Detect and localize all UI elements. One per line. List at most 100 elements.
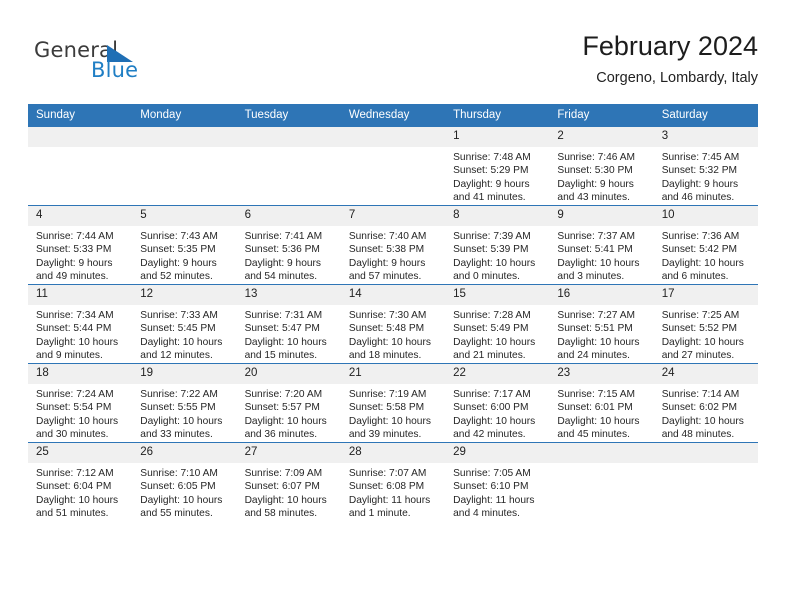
day-number: 19: [132, 364, 237, 385]
day-number: 24: [653, 364, 758, 385]
sunset-text: Sunset: 5:44 PM: [36, 323, 112, 335]
day-number: 6: [236, 206, 341, 227]
day-cell-inner: 23 Sunrise: 7:15 AM Sunset: 6:01 PM Dayligh…: [549, 364, 654, 442]
calendar-day-cell[interactable]: 5 Sunrise: 7:43 AM Sunset: 5:35 PM Daylight…: [132, 205, 237, 285]
day-number: [549, 443, 654, 463]
calendar-day-cell[interactable]: 14 Sunrise: 7:30 AM Sunset: 5:48 PM Dayligh…: [340, 284, 446, 364]
calendar-day-cell-empty: [653, 442, 758, 521]
general-blue-logo[interactable]: General Blue: [34, 38, 234, 90]
daylight-text-line2: and 51 minutes.: [36, 507, 109, 519]
calendar-day-cell[interactable]: 27 Sunrise: 7:09 AM Sunset: 6:07 PM Dayligh…: [236, 442, 341, 521]
calendar-day-cell[interactable]: 23 Sunrise: 7:15 AM Sunset: 6:01 PM Dayligh…: [549, 363, 654, 443]
day-number: 2: [549, 127, 654, 148]
calendar-day-cell[interactable]: 24 Sunrise: 7:14 AM Sunset: 6:02 PM Dayligh…: [653, 363, 758, 443]
calendar-day-cell[interactable]: 25 Sunrise: 7:12 AM Sunset: 6:04 PM Dayligh…: [28, 442, 133, 521]
day-cell-inner: 28 Sunrise: 7:07 AM Sunset: 6:08 PM Dayligh…: [340, 443, 446, 521]
day-details: Sunrise: 7:33 AM Sunset: 5:45 PM Daylight:…: [132, 305, 236, 362]
calendar-day-cell[interactable]: 9 Sunrise: 7:37 AM Sunset: 5:41 PM Daylight…: [549, 205, 654, 285]
day-number: 29: [445, 443, 550, 464]
day-cell-inner: 2 Sunrise: 7:46 AM Sunset: 5:30 PM Daylight…: [549, 127, 654, 205]
calendar-day-cell[interactable]: 6 Sunrise: 7:41 AM Sunset: 5:36 PM Daylight…: [236, 205, 341, 285]
sunrise-text: Sunrise: 7:39 AM: [453, 231, 531, 243]
calendar-day-cell-empty: [340, 127, 446, 206]
day-details: Sunrise: 7:14 AM Sunset: 6:02 PM Daylight:…: [654, 384, 758, 441]
sunset-text: Sunset: 5:35 PM: [140, 244, 216, 256]
sunrise-text: Sunrise: 7:17 AM: [453, 389, 531, 401]
calendar-day-cell[interactable]: 21 Sunrise: 7:19 AM Sunset: 5:58 PM Dayligh…: [340, 363, 446, 443]
day-number: 10: [653, 206, 758, 227]
calendar-day-cell[interactable]: 11 Sunrise: 7:34 AM Sunset: 5:44 PM Dayligh…: [28, 284, 133, 364]
day-details: Sunrise: 7:48 AM Sunset: 5:29 PM Daylight:…: [445, 147, 549, 204]
day-number: 27: [236, 443, 341, 464]
daylight-text-line1: Daylight: 9 hours: [36, 257, 113, 269]
title-block: February 2024 Corgeno, Lombardy, Italy: [582, 31, 758, 87]
day-number: 7: [340, 206, 446, 227]
page-title: February 2024: [582, 31, 758, 61]
day-details: Sunrise: 7:20 AM Sunset: 5:57 PM Daylight:…: [237, 384, 341, 441]
sunrise-text: Sunrise: 7:44 AM: [36, 231, 114, 243]
sunset-text: Sunset: 5:42 PM: [661, 244, 738, 256]
calendar-day-cell-empty: [236, 127, 341, 206]
calendar-day-cell[interactable]: 19 Sunrise: 7:22 AM Sunset: 5:55 PM Dayligh…: [132, 363, 237, 443]
calendar-day-cell[interactable]: 2 Sunrise: 7:46 AM Sunset: 5:30 PM Daylight…: [549, 127, 654, 206]
day-cell-inner: 6 Sunrise: 7:41 AM Sunset: 5:36 PM Daylight…: [236, 206, 341, 284]
sunrise-text: Sunrise: 7:09 AM: [244, 468, 323, 480]
day-details: Sunrise: 7:05 AM Sunset: 6:10 PM Daylight:…: [445, 463, 549, 520]
calendar-week-row: 18 Sunrise: 7:24 AM Sunset: 5:54 PM Dayligh…: [28, 363, 758, 443]
daylight-text-line1: Daylight: 10 hours: [661, 415, 744, 427]
daylight-text-line1: Daylight: 9 hours: [453, 178, 530, 190]
daylight-text-line1: Daylight: 10 hours: [661, 257, 744, 269]
daylight-text-line2: and 0 minutes.: [453, 270, 520, 282]
sunset-text: Sunset: 5:54 PM: [36, 402, 112, 414]
sunrise-text: Sunrise: 7:20 AM: [244, 389, 323, 401]
calendar-day-cell[interactable]: 1 Sunrise: 7:48 AM Sunset: 5:29 PM Daylight…: [445, 127, 550, 206]
calendar-day-cell[interactable]: 26 Sunrise: 7:10 AM Sunset: 6:05 PM Dayligh…: [132, 442, 237, 521]
calendar-day-cell[interactable]: 12 Sunrise: 7:33 AM Sunset: 5:45 PM Dayligh…: [132, 284, 237, 364]
day-cell-inner: [28, 127, 133, 205]
day-details: Sunrise: 7:44 AM Sunset: 5:33 PM Daylight:…: [28, 226, 132, 283]
calendar-day-cell[interactable]: 3 Sunrise: 7:45 AM Sunset: 5:32 PM Daylight…: [653, 127, 758, 206]
daylight-text-line1: Daylight: 10 hours: [557, 257, 640, 269]
day-number: 16: [549, 285, 654, 306]
sunset-text: Sunset: 5:32 PM: [661, 165, 738, 177]
day-cell-inner: 3 Sunrise: 7:45 AM Sunset: 5:32 PM Daylight…: [653, 127, 758, 205]
calendar-day-cell[interactable]: 4 Sunrise: 7:44 AM Sunset: 5:33 PM Daylight…: [28, 205, 133, 285]
day-details: Sunrise: 7:39 AM Sunset: 5:39 PM Daylight:…: [445, 226, 549, 283]
day-cell-inner: 19 Sunrise: 7:22 AM Sunset: 5:55 PM Dayligh…: [132, 364, 237, 442]
day-details: Sunrise: 7:31 AM Sunset: 5:47 PM Daylight:…: [237, 305, 341, 362]
sunrise-text: Sunrise: 7:05 AM: [453, 468, 531, 480]
daylight-text-line2: and 33 minutes.: [140, 428, 213, 440]
calendar-week-row: 1 Sunrise: 7:48 AM Sunset: 5:29 PM Daylight…: [28, 127, 758, 206]
daylight-text-line1: Daylight: 10 hours: [453, 415, 536, 427]
calendar-day-cell[interactable]: 28 Sunrise: 7:07 AM Sunset: 6:08 PM Dayligh…: [340, 442, 446, 521]
calendar-day-cell[interactable]: 16 Sunrise: 7:27 AM Sunset: 5:51 PM Dayligh…: [549, 284, 654, 364]
calendar-day-cell[interactable]: 17 Sunrise: 7:25 AM Sunset: 5:52 PM Dayligh…: [653, 284, 758, 364]
calendar-day-cell[interactable]: 22 Sunrise: 7:17 AM Sunset: 6:00 PM Dayligh…: [445, 363, 550, 443]
calendar-day-cell[interactable]: 15 Sunrise: 7:28 AM Sunset: 5:49 PM Dayligh…: [445, 284, 550, 364]
day-number: 23: [549, 364, 654, 385]
calendar-day-cell[interactable]: 18 Sunrise: 7:24 AM Sunset: 5:54 PM Dayligh…: [28, 363, 133, 443]
calendar-day-cell[interactable]: 8 Sunrise: 7:39 AM Sunset: 5:39 PM Daylight…: [445, 205, 550, 285]
sunrise-text: Sunrise: 7:40 AM: [348, 231, 427, 243]
sunrise-text: Sunrise: 7:46 AM: [557, 152, 635, 164]
day-number: 20: [236, 364, 341, 385]
day-cell-inner: [653, 443, 758, 521]
day-cell-inner: [549, 443, 654, 521]
calendar-day-cell[interactable]: 29 Sunrise: 7:05 AM Sunset: 6:10 PM Dayligh…: [445, 442, 550, 521]
sunrise-text: Sunrise: 7:31 AM: [244, 310, 323, 322]
day-cell-inner: 15 Sunrise: 7:28 AM Sunset: 5:49 PM Dayligh…: [445, 285, 550, 363]
sunrise-text: Sunrise: 7:22 AM: [140, 389, 218, 401]
sunset-text: Sunset: 5:38 PM: [348, 244, 425, 256]
calendar-day-cell[interactable]: 7 Sunrise: 7:40 AM Sunset: 5:38 PM Daylight…: [340, 205, 446, 285]
day-details: Sunrise: 7:30 AM Sunset: 5:48 PM Daylight:…: [341, 305, 445, 362]
daylight-text-line1: Daylight: 10 hours: [453, 336, 536, 348]
day-cell-inner: 13 Sunrise: 7:31 AM Sunset: 5:47 PM Dayligh…: [236, 285, 341, 363]
calendar-day-cell[interactable]: 10 Sunrise: 7:36 AM Sunset: 5:42 PM Dayligh…: [653, 205, 758, 285]
calendar-day-cell[interactable]: 13 Sunrise: 7:31 AM Sunset: 5:47 PM Dayligh…: [236, 284, 341, 364]
daylight-text-line2: and 42 minutes.: [453, 428, 526, 440]
day-details: Sunrise: 7:15 AM Sunset: 6:01 PM Daylight:…: [549, 384, 653, 441]
daylight-text-line1: Daylight: 9 hours: [557, 178, 634, 190]
sunrise-text: Sunrise: 7:25 AM: [661, 310, 740, 322]
day-details: Sunrise: 7:40 AM Sunset: 5:38 PM Daylight:…: [341, 226, 445, 283]
calendar-day-cell[interactable]: 20 Sunrise: 7:20 AM Sunset: 5:57 PM Dayligh…: [236, 363, 341, 443]
